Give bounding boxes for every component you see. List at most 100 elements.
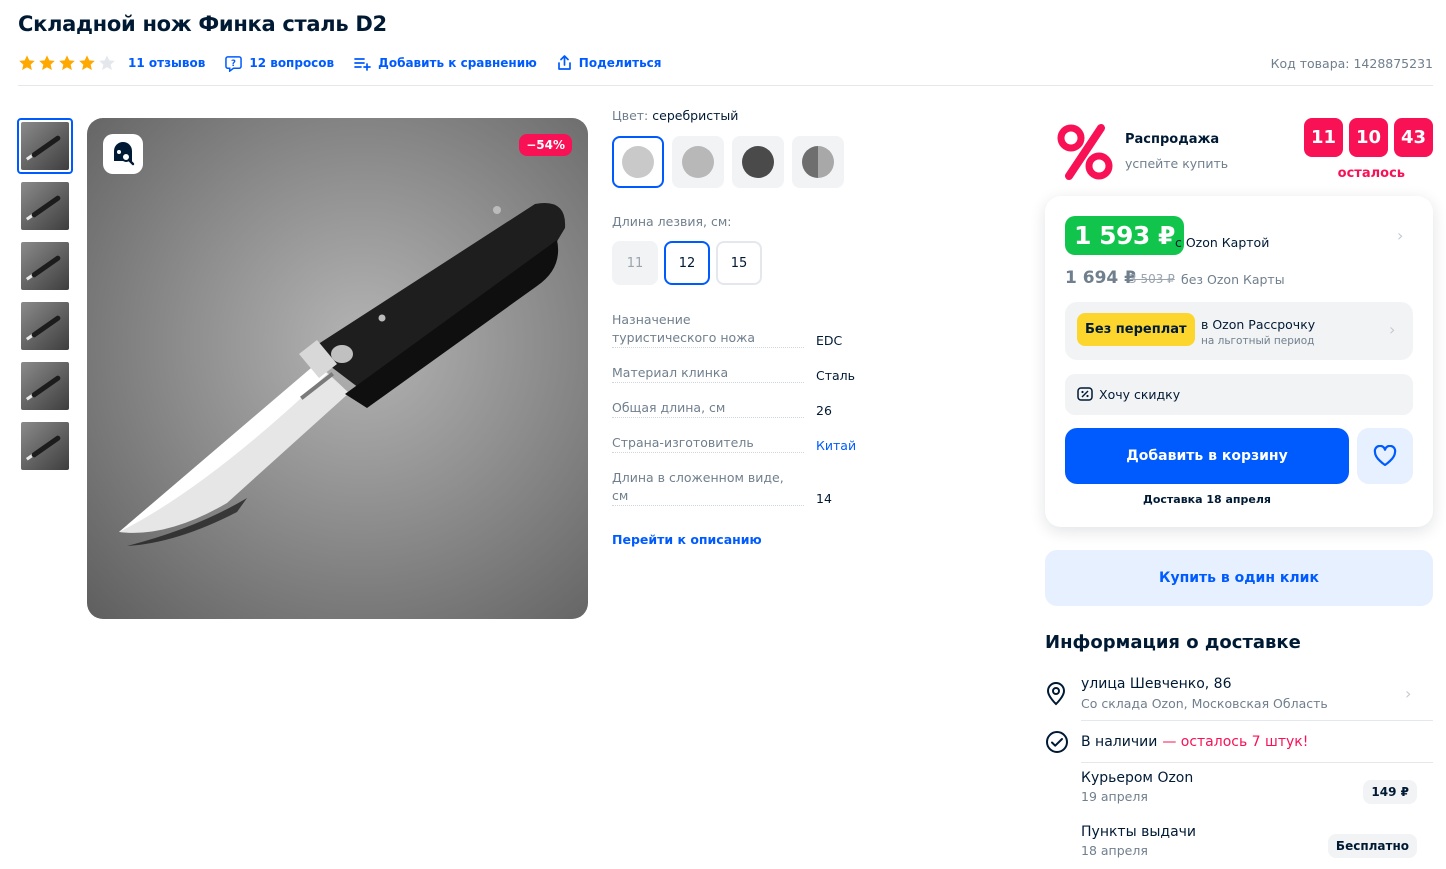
chevron-right-icon: ›: [1405, 684, 1412, 703]
star-icon: [19, 55, 35, 71]
color-value: серебристый: [652, 108, 739, 123]
color-swatch-black[interactable]: [732, 136, 784, 188]
shipping-price: 149 ₽: [1363, 780, 1417, 804]
thumbnail-5[interactable]: [17, 358, 73, 414]
thumbnail-image: [21, 302, 69, 350]
location-pin-icon: [1046, 682, 1066, 706]
heart-icon: [1373, 445, 1397, 467]
divider: [1081, 762, 1433, 763]
favorite-button[interactable]: [1357, 428, 1413, 484]
spec-name: Материал клинка: [612, 364, 804, 383]
installment-badge: Без переплат: [1077, 313, 1195, 346]
delivery-address[interactable]: улица Шевченко, 86 Со склада Ozon, Моско…: [1045, 676, 1433, 720]
want-discount-button[interactable]: Хочу скидку: [1065, 374, 1413, 415]
product-options: Цвет: серебристый Длина лезвия, см: 11 1…: [612, 108, 1032, 548]
main-product-photo[interactable]: −54%: [87, 118, 588, 619]
add-to-cart-button[interactable]: Добавить в корзину: [1065, 428, 1349, 484]
check-circle-icon: [1046, 731, 1068, 753]
thumbnail-6[interactable]: [17, 418, 73, 474]
color-dot: [742, 146, 774, 178]
thumbnail-3[interactable]: [17, 238, 73, 294]
spec-name: Страна-изготовитель: [612, 434, 804, 453]
image-search-button[interactable]: [103, 134, 143, 174]
sku-code: Код товара: 1428875231: [1270, 55, 1433, 71]
product-title: Складной нож Финка сталь D2: [18, 12, 387, 36]
share-link[interactable]: Поделиться: [557, 55, 661, 71]
shipping-option-pickup[interactable]: Пункты выдачи 18 апреля Бесплатно: [1081, 824, 1433, 864]
compare-label: Добавить к сравнению: [378, 56, 537, 70]
reviews-link[interactable]: 11 отзывов: [128, 56, 205, 70]
spec-name: Длина в сложенном виде, см: [612, 469, 804, 506]
color-dot: [622, 146, 654, 178]
timer-minutes: 10: [1349, 118, 1388, 157]
sale-banner: Распродажа успейте купить 11 10 43 остал…: [1055, 118, 1433, 182]
star-icon: [79, 55, 95, 71]
timer-caption: осталось: [1337, 166, 1405, 181]
installment-offer[interactable]: Без переплат в Ozon Рассрочку на льготны…: [1065, 302, 1413, 360]
installment-subtitle: на льготный период: [1201, 335, 1315, 347]
old-price: 3 503 ₽: [1129, 272, 1175, 286]
thumbnail-2[interactable]: [17, 178, 73, 234]
thumbnail-1[interactable]: [17, 118, 73, 174]
stock-warning: — осталось 7 штук!: [1162, 734, 1309, 750]
header-divider: [18, 85, 1433, 86]
spec-row: Страна-изготовитель Китай: [612, 434, 1032, 453]
regular-price-note: без Ozon Карты: [1181, 272, 1285, 287]
want-discount-label: Хочу скидку: [1099, 387, 1181, 402]
spec-value: 14: [816, 491, 832, 506]
question-bubble-icon: ?: [225, 55, 243, 72]
image-search-icon: [114, 142, 135, 166]
sale-timer: 11 10 43: [1304, 118, 1433, 157]
specs-list: Назначение туристического ножа EDC Матер…: [612, 311, 1032, 506]
chevron-right-icon[interactable]: ›: [1397, 226, 1403, 245]
spec-row: Назначение туристического ножа EDC: [612, 311, 1032, 348]
blade-length-label: Длина лезвия, см:: [612, 214, 732, 229]
star-icon: [59, 55, 75, 71]
address-source: Со склада Ozon, Московская Область: [1081, 696, 1328, 711]
color-swatch-two-tone[interactable]: [792, 136, 844, 188]
thumbnail-image: [21, 422, 69, 470]
thumbnail-image: [21, 362, 69, 410]
share-icon: [557, 55, 571, 70]
spec-value: 26: [816, 403, 832, 418]
thumbnail-list: [17, 118, 73, 478]
color-label: Цвет: серебристый: [612, 108, 1032, 123]
thumbnail-image: [21, 122, 69, 170]
spec-name: Назначение туристического ножа: [612, 311, 804, 348]
color-swatch-silver[interactable]: [612, 136, 664, 188]
length-option-12[interactable]: 12: [664, 241, 710, 285]
ozon-card-note: с Ozon Картой: [1175, 235, 1270, 250]
delivery-date: Доставка 18 апреля: [1143, 493, 1271, 506]
ozon-card-price[interactable]: 1 593 ₽: [1065, 216, 1184, 255]
shipping-option-courier[interactable]: Курьером Ozon 19 апреля 149 ₽: [1081, 770, 1433, 810]
buy-one-click-button[interactable]: Купить в один клик: [1045, 550, 1433, 606]
length-option-15[interactable]: 15: [716, 241, 762, 285]
goto-description-link[interactable]: Перейти к описанию: [612, 532, 762, 547]
color-label-text: Цвет:: [612, 108, 649, 123]
thumbnail-4[interactable]: [17, 298, 73, 354]
questions-link[interactable]: ? 12 вопросов: [225, 55, 334, 72]
spec-value: Сталь: [816, 368, 856, 383]
thumbnail-image: [21, 182, 69, 230]
spec-value-link[interactable]: Китай: [804, 438, 856, 453]
timer-seconds: 43: [1394, 118, 1433, 157]
percent-icon: [1057, 124, 1113, 180]
rating-stars[interactable]: [18, 54, 116, 72]
address-line: улица Шевченко, 86: [1081, 676, 1232, 692]
sale-subtitle: успейте купить: [1125, 156, 1229, 171]
installment-title: в Ozon Рассрочку: [1201, 317, 1316, 332]
star-empty-icon: [99, 55, 115, 71]
spec-row: Общая длина, см 26: [612, 399, 1032, 418]
color-swatches: [612, 136, 1032, 188]
product-meta-row: 11 отзывов ? 12 вопросов Добавить к срав…: [18, 53, 1433, 73]
shipping-price: Бесплатно: [1327, 834, 1417, 858]
length-option-11[interactable]: 11: [612, 241, 658, 285]
star-icon: [39, 55, 55, 71]
spec-value: EDC: [816, 333, 843, 348]
price-card: 1 593 ₽ с Ozon Картой › 1 694 ₽ 3 503 ₽ …: [1045, 196, 1433, 527]
color-swatch-grey[interactable]: [672, 136, 724, 188]
color-dot: [802, 146, 834, 178]
discount-chat-icon: [1077, 386, 1093, 401]
color-dot: [682, 146, 714, 178]
compare-link[interactable]: Добавить к сравнению: [354, 56, 537, 71]
